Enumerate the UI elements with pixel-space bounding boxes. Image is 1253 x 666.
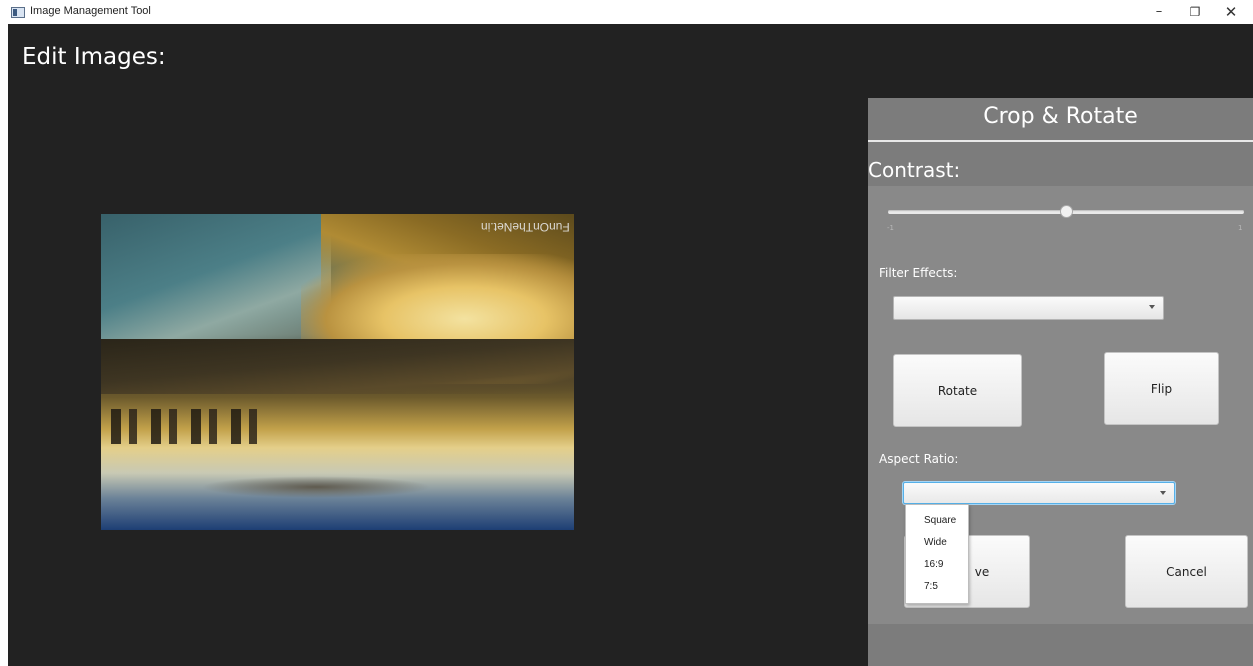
- aspect-ratio-label: Aspect Ratio:: [879, 452, 959, 466]
- controls-area: -1 1 Filter Effects: Rotate Flip Aspect …: [868, 186, 1253, 624]
- minimize-button[interactable]: –: [1141, 0, 1177, 24]
- photo-rock: [101, 339, 574, 394]
- photo-city: [111, 409, 271, 444]
- dropdown-option-wide[interactable]: Wide: [906, 532, 968, 554]
- filter-effects-label: Filter Effects:: [879, 266, 958, 280]
- dropdown-option-16-9[interactable]: 16:9: [906, 554, 968, 576]
- panel-header: Crop & Rotate: [868, 98, 1253, 142]
- title-bar: Image Management Tool – ❐ ✕: [0, 0, 1253, 24]
- contrast-slider-thumb[interactable]: [1059, 205, 1073, 218]
- page-title: Edit Images:: [22, 44, 166, 70]
- chevron-down-icon: [1149, 305, 1155, 309]
- photo-water: [101, 214, 331, 344]
- main-window: Edit Images: FunOnTheNet.in Crop & Rotat…: [8, 24, 1253, 666]
- image-preview: FunOnTheNet.in: [101, 214, 574, 530]
- app-icon: [11, 7, 25, 18]
- close-button[interactable]: ✕: [1213, 0, 1249, 24]
- aspect-ratio-dropdown-list: Square Wide 16:9 7:5: [905, 504, 969, 604]
- panel-title: Crop & Rotate: [983, 104, 1138, 129]
- filter-effects-select[interactable]: [893, 296, 1164, 320]
- window-title: Image Management Tool: [30, 5, 151, 17]
- dropdown-option-square[interactable]: Square: [906, 510, 968, 532]
- contrast-label: Contrast:: [868, 158, 961, 182]
- rotate-button[interactable]: Rotate: [893, 354, 1022, 427]
- aspect-ratio-select[interactable]: [903, 482, 1175, 504]
- slider-max-label: 1: [1238, 224, 1243, 232]
- dropdown-option-7-5[interactable]: 7:5: [906, 576, 968, 598]
- cancel-button[interactable]: Cancel: [1125, 535, 1248, 608]
- photo-cloud: [201, 476, 431, 498]
- image-watermark: FunOnTheNet.in: [481, 220, 570, 234]
- slider-min-label: -1: [887, 224, 894, 232]
- chevron-down-icon: [1160, 491, 1166, 495]
- flip-button[interactable]: Flip: [1104, 352, 1219, 425]
- restore-button[interactable]: ❐: [1177, 0, 1213, 24]
- edit-panel: Crop & Rotate Contrast: -1 1 Filter Effe…: [868, 98, 1253, 666]
